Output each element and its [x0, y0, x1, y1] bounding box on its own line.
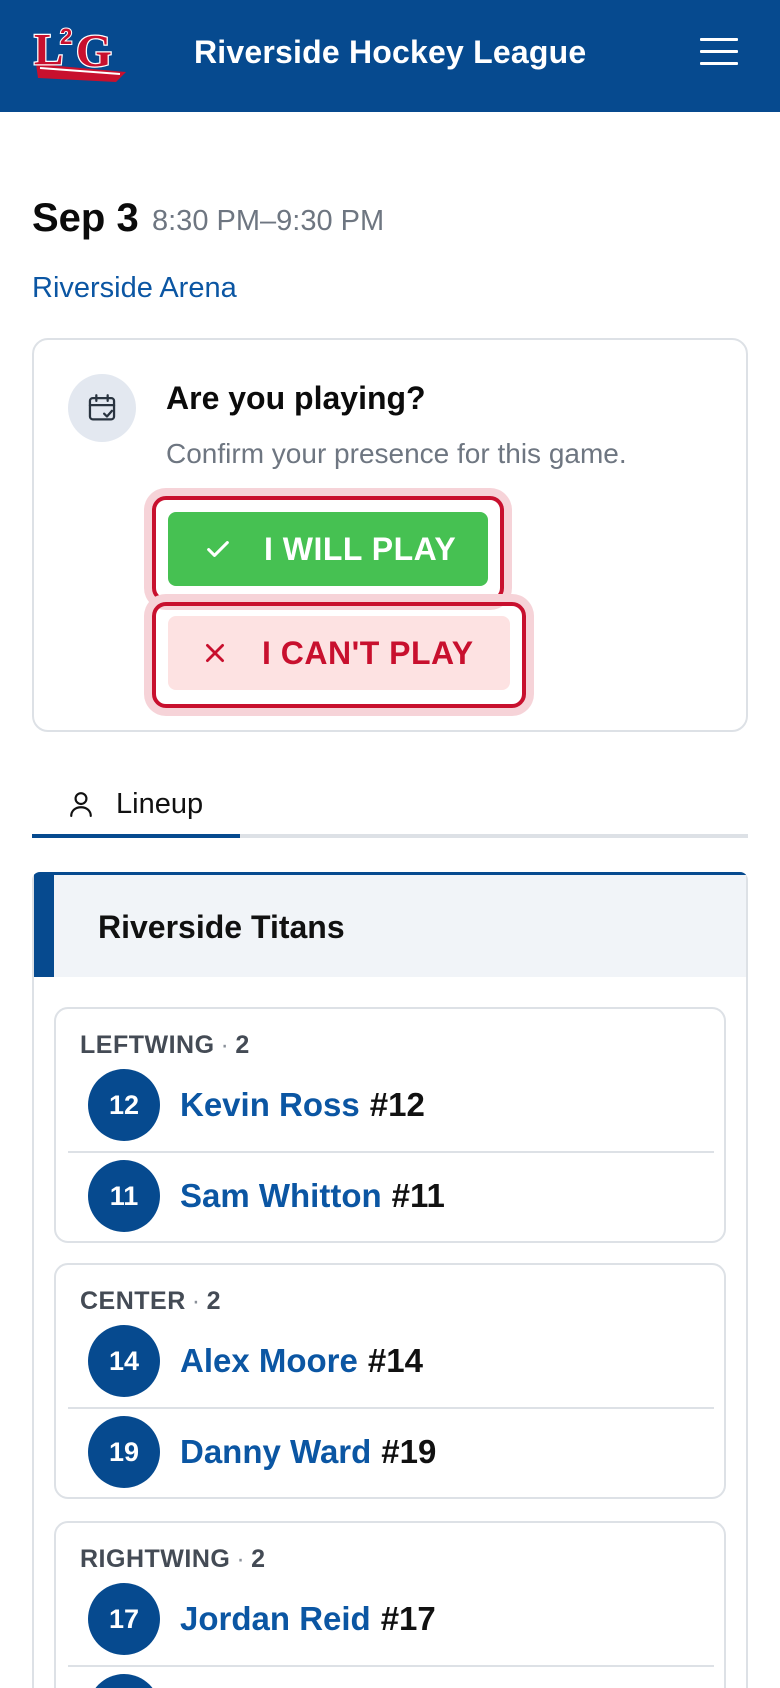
position-label: RIGHTWING · 2	[80, 1545, 266, 1573]
top-app-bar: L 2 G Riverside Hockey League	[0, 0, 780, 112]
jersey-badge: 14	[88, 1325, 160, 1397]
player-jersey: #14	[367, 1342, 423, 1379]
calendar-check-icon	[68, 374, 136, 442]
check-icon	[204, 535, 240, 563]
player-name-link[interactable]: Jordan Reid	[180, 1600, 371, 1638]
position-label: CENTER · 2	[80, 1287, 222, 1315]
position-group-rightwing: RIGHTWING · 2 17 Jordan Reid #17	[54, 1521, 726, 1688]
hamburger-icon	[700, 38, 738, 41]
tab-lineup[interactable]: Lineup	[32, 774, 240, 838]
team-lineup-panel: Riverside Titans LEFTWING · 2 12 Kevin Ros…	[32, 872, 748, 1688]
player-name-link[interactable]: Alex Moore	[180, 1342, 358, 1380]
position-group-leftwing: LEFTWING · 2 12 Kevin Ross #12 11 Sam Whit…	[54, 1007, 726, 1243]
position-label: LEFTWING · 2	[80, 1031, 250, 1059]
rsvp-subtitle: Confirm your presence for this game.	[166, 438, 627, 469]
rsvp-title: Are you playing?	[166, 380, 426, 416]
svg-text:L: L	[34, 25, 63, 74]
jersey-badge: 12	[88, 1069, 160, 1141]
svg-text:2: 2	[60, 24, 72, 49]
player-row[interactable]: 14 Alex Moore #14	[68, 1317, 714, 1405]
position-group-center: CENTER · 2 14 Alex Moore #14 19 Danny Ward…	[54, 1263, 726, 1499]
game-date: Sep 3	[32, 196, 139, 240]
player-name-link[interactable]: Kevin Ross	[180, 1086, 360, 1124]
player-jersey: #17	[380, 1600, 436, 1637]
player-row[interactable]: 17 Jordan Reid #17	[68, 1575, 714, 1663]
player-jersey: #11	[391, 1177, 445, 1214]
team-name: Riverside Titans	[98, 909, 345, 945]
i-cant-play-button[interactable]: I CAN'T PLAY	[152, 602, 526, 708]
jersey-badge: 11	[88, 1160, 160, 1232]
game-time: 8:30 PM–9:30 PM	[152, 205, 385, 237]
player-name-link[interactable]: Sam Whitton	[180, 1177, 382, 1215]
i-will-play-button[interactable]: I WILL PLAY	[152, 496, 504, 602]
player-row[interactable]: 11 Sam Whitton #11	[68, 1151, 714, 1239]
team-header: Riverside Titans	[34, 875, 746, 977]
player-row[interactable]	[68, 1665, 714, 1688]
jersey-badge	[88, 1674, 160, 1688]
venue-link[interactable]: Riverside Arena	[32, 272, 237, 305]
i-will-play-label: I WILL PLAY	[264, 530, 457, 567]
hamburger-menu-button[interactable]	[700, 38, 738, 68]
user-icon	[68, 789, 94, 819]
svg-text:G: G	[76, 25, 112, 76]
player-jersey: #19	[381, 1433, 437, 1470]
player-name-link[interactable]: Danny Ward	[180, 1433, 371, 1471]
rsvp-card: Are you playing? Confirm your presence f…	[32, 338, 748, 732]
player-row[interactable]: 12 Kevin Ross #12	[68, 1061, 714, 1149]
player-jersey: #12	[369, 1086, 425, 1123]
league-logo[interactable]: L 2 G	[30, 20, 130, 90]
jersey-badge: 19	[88, 1416, 160, 1488]
player-row[interactable]: 19 Danny Ward #19	[68, 1407, 714, 1495]
app-title: Riverside Hockey League	[194, 34, 587, 70]
i-cant-play-label: I CAN'T PLAY	[262, 634, 474, 671]
tab-lineup-label: Lineup	[116, 787, 204, 820]
tab-bar: Lineup	[32, 774, 748, 838]
l2g-logo-icon: L 2 G	[33, 23, 126, 82]
jersey-badge: 17	[88, 1583, 160, 1655]
x-icon	[202, 640, 238, 666]
